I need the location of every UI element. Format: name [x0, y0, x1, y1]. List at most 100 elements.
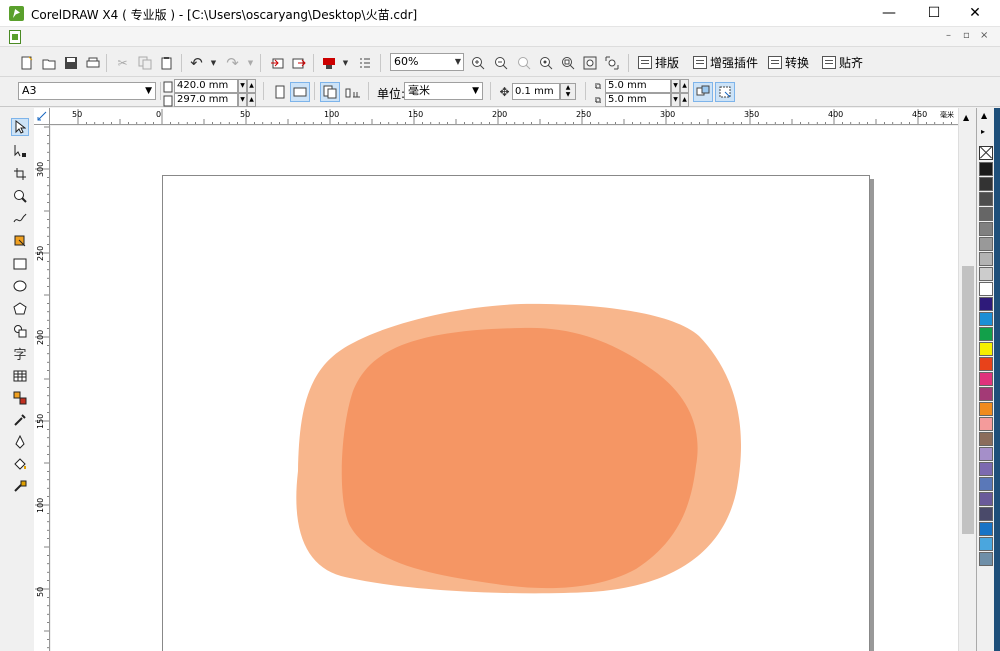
color-swatch[interactable]	[979, 237, 993, 251]
polygon-tool[interactable]	[11, 300, 29, 318]
nudge-distance-input[interactable]: 0.1 mm	[512, 83, 560, 100]
interactive-fill-tool[interactable]	[11, 477, 29, 495]
zoom-out-icon[interactable]	[492, 54, 509, 71]
smart-fill-tool[interactable]	[11, 232, 29, 250]
import-icon[interactable]	[268, 54, 285, 71]
ruler-origin[interactable]	[34, 108, 50, 125]
publish-pdf-icon[interactable]	[320, 54, 337, 71]
treat-as-filled-button[interactable]	[693, 82, 713, 102]
page-width-input[interactable]: 420.0 mm	[174, 79, 238, 93]
new-document-icon[interactable]	[18, 54, 35, 71]
open-folder-icon[interactable]	[40, 54, 57, 71]
export-icon[interactable]	[290, 54, 307, 71]
horizontal-ruler[interactable]: 50 0 50 100 150 200 250 300 350 400 450 毫米	[50, 108, 958, 125]
close-button[interactable]: ✕	[952, 0, 998, 27]
color-swatch[interactable]	[979, 552, 993, 566]
color-swatch[interactable]	[979, 357, 993, 371]
zoom-in-icon[interactable]	[469, 54, 486, 71]
dup-y-down-button[interactable]: ▼	[671, 93, 680, 107]
dup-y-up-button[interactable]: ▲	[680, 93, 689, 107]
duplicate-x-input[interactable]: 5.0 mm	[605, 79, 671, 93]
dup-x-down-button[interactable]: ▼	[671, 79, 680, 93]
coreldraw-app-icon[interactable]	[9, 6, 24, 21]
redo-dropdown-icon[interactable]: ▼	[242, 54, 259, 71]
color-swatch[interactable]	[979, 477, 993, 491]
color-swatch[interactable]	[979, 207, 993, 221]
color-swatch[interactable]	[979, 447, 993, 461]
enhance-plugin-button[interactable]: 增强插件	[693, 54, 758, 71]
interactive-blend-tool[interactable]	[11, 389, 29, 407]
color-swatch[interactable]	[979, 177, 993, 191]
width-down-button[interactable]: ▼	[238, 79, 247, 93]
zoom-page-width-icon[interactable]	[581, 54, 598, 71]
color-swatch[interactable]	[979, 297, 993, 311]
duplicate-y-input[interactable]: 5.0 mm	[605, 93, 671, 107]
palette-scroll-up-icon[interactable]: ▲	[981, 111, 987, 120]
snap-plugin-button[interactable]: 贴齐	[822, 54, 863, 71]
pick-tool[interactable]	[11, 118, 29, 136]
snap-to-objects-button[interactable]	[715, 82, 735, 102]
color-swatch[interactable]	[979, 162, 993, 176]
color-swatch[interactable]	[979, 252, 993, 266]
freehand-tool[interactable]	[11, 210, 29, 228]
vertical-scrollbar[interactable]: ▲	[958, 108, 976, 651]
outline-tool[interactable]	[11, 433, 29, 451]
doc-minimize-button[interactable]: –	[946, 30, 951, 41]
height-up-button[interactable]: ▲	[247, 93, 256, 107]
color-swatch[interactable]	[979, 402, 993, 416]
color-swatch[interactable]	[979, 462, 993, 476]
text-tool[interactable]: 字	[11, 344, 29, 363]
zoom-page-height-icon[interactable]	[603, 54, 620, 71]
layout-plugin-button[interactable]: 排版	[638, 54, 679, 71]
color-swatch[interactable]	[979, 327, 993, 341]
color-swatch[interactable]	[979, 192, 993, 206]
minimize-button[interactable]: —	[866, 0, 912, 27]
color-swatch[interactable]	[979, 222, 993, 236]
zoom-page-icon[interactable]	[559, 54, 576, 71]
zoom-all-objects-icon[interactable]	[537, 54, 554, 71]
inner-flame-shape[interactable]	[341, 327, 698, 589]
paste-icon[interactable]	[158, 54, 175, 71]
color-swatch[interactable]	[979, 282, 993, 296]
basic-shapes-tool[interactable]	[11, 322, 29, 340]
convert-plugin-button[interactable]: 转换	[768, 54, 809, 71]
portrait-button[interactable]	[270, 82, 290, 102]
publish-dropdown-icon[interactable]: ▼	[337, 54, 354, 71]
save-icon[interactable]	[62, 54, 79, 71]
color-swatch[interactable]	[979, 387, 993, 401]
color-swatch[interactable]	[979, 432, 993, 446]
color-swatch[interactable]	[979, 342, 993, 356]
table-tool[interactable]	[11, 367, 29, 385]
landscape-button[interactable]	[290, 82, 310, 102]
doc-close-button[interactable]: ×	[980, 30, 988, 41]
cut-icon[interactable]: ✂	[114, 54, 131, 71]
fill-tool[interactable]	[11, 455, 29, 473]
print-icon[interactable]	[84, 54, 101, 71]
options-list-icon[interactable]	[356, 54, 373, 71]
color-swatch[interactable]	[979, 267, 993, 281]
crop-tool[interactable]	[11, 165, 29, 183]
rectangle-tool[interactable]	[11, 255, 29, 273]
ellipse-tool[interactable]	[11, 277, 29, 295]
document-icon[interactable]	[9, 30, 21, 44]
color-swatch[interactable]	[979, 417, 993, 431]
shape-tool[interactable]	[11, 142, 29, 160]
color-swatch[interactable]	[979, 507, 993, 521]
palette-flyout-icon[interactable]: ▸	[981, 127, 985, 136]
scroll-up-icon[interactable]: ▲	[963, 113, 969, 122]
nudge-spin-button[interactable]: ▲ ▼	[560, 83, 576, 100]
units-select[interactable]: 毫米 ▼	[404, 82, 483, 100]
page-height-input[interactable]: 297.0 mm	[174, 93, 238, 107]
vertical-ruler[interactable]: 300 250 200 150 100 50	[34, 125, 50, 651]
all-pages-button[interactable]	[320, 82, 340, 102]
current-page-button[interactable]	[343, 82, 363, 102]
no-color-swatch[interactable]	[979, 146, 993, 160]
drawing-canvas[interactable]	[51, 126, 958, 651]
maximize-button[interactable]: ☐	[911, 0, 957, 27]
doc-restore-button[interactable]: ▫	[963, 30, 970, 41]
color-swatch[interactable]	[979, 372, 993, 386]
color-swatch[interactable]	[979, 492, 993, 506]
copy-icon[interactable]	[136, 54, 153, 71]
undo-icon[interactable]: ↶	[188, 54, 205, 72]
eyedropper-tool[interactable]	[11, 411, 29, 429]
